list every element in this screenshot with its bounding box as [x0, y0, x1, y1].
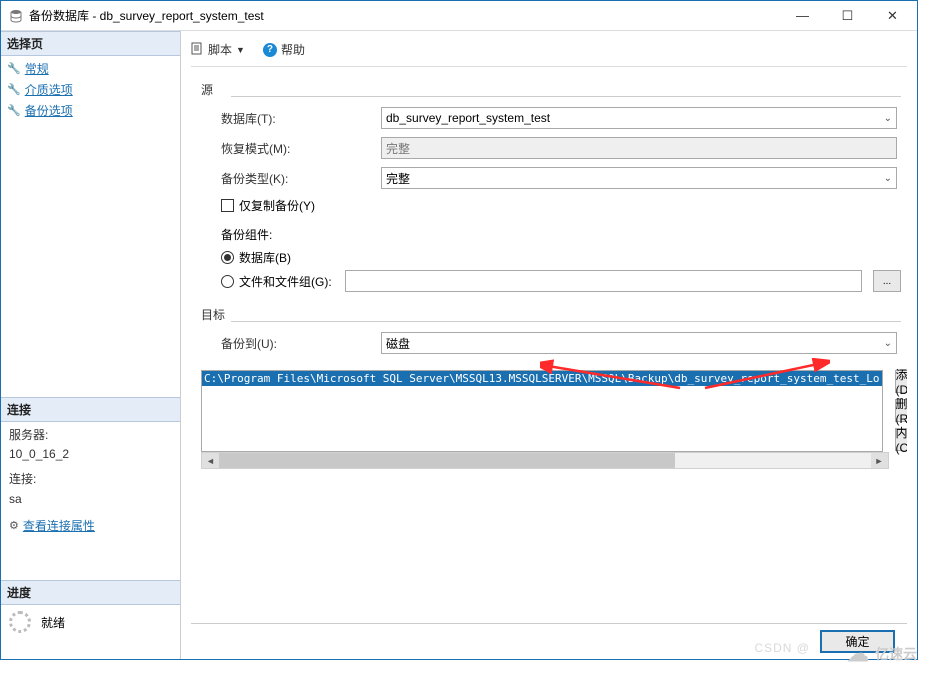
sidebar-item-label: 备份选项: [25, 102, 73, 119]
view-connection-properties[interactable]: ⚙ 查看连接属性: [9, 517, 172, 536]
server-value: 10_0_16_2: [9, 445, 172, 464]
recovery-mode-field: 完整: [381, 137, 897, 159]
contents-button[interactable]: 内容(C): [895, 428, 907, 451]
select-page-header: 选择页: [1, 31, 180, 56]
progress-header: 进度: [1, 580, 180, 605]
sidebar-item-label: 常规: [25, 60, 49, 77]
sidebar-item-label: 介质选项: [25, 81, 73, 98]
connection-info: 服务器: 10_0_16_2 连接: sa ⚙ 查看连接属性: [1, 422, 180, 540]
help-button[interactable]: ? 帮助: [263, 41, 305, 58]
radio-database-label: 数据库(B): [239, 249, 291, 266]
minimize-button[interactable]: —: [780, 2, 825, 30]
backup-type-value: 完整: [386, 170, 410, 187]
wrench-icon: 🔧: [7, 104, 21, 117]
backup-type-label: 备份类型(K):: [201, 170, 381, 187]
backup-to-value: 磁盘: [386, 335, 410, 352]
window-controls: — ☐ ✕: [780, 2, 915, 30]
yisu-text: 亿速云: [875, 644, 917, 664]
horizontal-scrollbar[interactable]: ◄ ►: [201, 452, 889, 469]
titlebar: 备份数据库 - db_survey_report_system_test — ☐…: [1, 1, 917, 31]
recovery-mode-label: 恢复模式(M):: [201, 140, 381, 157]
main-panel: 脚本 ▼ ? 帮助 源 数据库(T): db_survey_report_sys…: [181, 31, 917, 659]
database-dropdown[interactable]: db_survey_report_system_test ⌄: [381, 107, 897, 129]
script-icon: [191, 42, 204, 58]
browse-filegroup-button[interactable]: ...: [873, 270, 901, 292]
connection-header: 连接: [1, 397, 180, 422]
chevron-down-icon: ⌄: [884, 173, 892, 184]
radio-filegroup-label: 文件和文件组(G):: [239, 273, 332, 290]
backup-to-dropdown[interactable]: 磁盘 ⌄: [381, 332, 897, 354]
copy-only-label: 仅复制备份(Y): [239, 197, 315, 214]
sidebar: 选择页 🔧 常规 🔧 介质选项 🔧 备份选项 连接 服务器:: [1, 31, 181, 659]
destination-group-label: 目标: [201, 306, 901, 323]
sidebar-item-backup-options[interactable]: 🔧 备份选项: [5, 100, 176, 121]
help-icon: ?: [263, 43, 277, 57]
server-label: 服务器:: [9, 426, 172, 445]
recovery-mode-value: 完整: [386, 140, 410, 157]
maximize-button[interactable]: ☐: [825, 2, 870, 30]
destination-item[interactable]: C:\Program Files\Microsoft SQL Server\MS…: [202, 371, 882, 386]
help-label: 帮助: [281, 41, 305, 58]
backup-type-dropdown[interactable]: 完整 ⌄: [381, 167, 897, 189]
yisu-watermark: ☁ 亿速云: [847, 641, 917, 667]
wrench-icon: 🔧: [7, 83, 21, 96]
spinner-icon: [9, 611, 31, 633]
add-button[interactable]: 添加(D)…: [895, 370, 907, 393]
source-group-label: 源: [201, 81, 901, 98]
close-button[interactable]: ✕: [870, 2, 915, 30]
page-list: 🔧 常规 🔧 介质选项 🔧 备份选项: [1, 56, 180, 123]
scroll-right-icon[interactable]: ►: [871, 453, 888, 468]
backup-to-label: 备份到(U):: [201, 335, 381, 352]
view-conn-props-label: 查看连接属性: [23, 517, 95, 536]
wrench-icon: 🔧: [7, 62, 21, 75]
script-button[interactable]: 脚本 ▼: [191, 41, 245, 58]
window-title: 备份数据库 - db_survey_report_system_test: [29, 7, 780, 24]
script-label: 脚本: [208, 41, 232, 58]
scroll-left-icon[interactable]: ◄: [202, 453, 219, 468]
filegroup-input[interactable]: [345, 270, 862, 292]
destination-list[interactable]: C:\Program Files\Microsoft SQL Server\MS…: [201, 370, 883, 452]
connection-value: sa: [9, 490, 172, 509]
radio-filegroup[interactable]: [221, 275, 234, 288]
copy-only-checkbox[interactable]: [221, 199, 234, 212]
sidebar-item-general[interactable]: 🔧 常规: [5, 58, 176, 79]
database-label: 数据库(T):: [201, 110, 381, 127]
content-area: 源 数据库(T): db_survey_report_system_test ⌄…: [191, 67, 907, 623]
csdn-watermark: CSDN @: [754, 641, 810, 655]
cloud-icon: ☁: [847, 641, 869, 667]
backup-component-label: 备份组件:: [201, 226, 901, 243]
progress-status: 就绪: [1, 605, 180, 639]
chevron-down-icon: ⌄: [884, 113, 892, 124]
database-icon: [9, 9, 23, 23]
radio-database[interactable]: [221, 251, 234, 264]
progress-state-label: 就绪: [41, 614, 65, 631]
remove-button[interactable]: 删除(R): [895, 399, 907, 422]
connection-icon: ⚙: [9, 518, 19, 536]
sidebar-item-media[interactable]: 🔧 介质选项: [5, 79, 176, 100]
dropdown-arrow-icon: ▼: [236, 45, 245, 55]
connection-label: 连接:: [9, 470, 172, 489]
dialog-body: 选择页 🔧 常规 🔧 介质选项 🔧 备份选项 连接 服务器:: [1, 31, 917, 659]
chevron-down-icon: ⌄: [884, 338, 892, 349]
toolbar: 脚本 ▼ ? 帮助: [191, 37, 907, 67]
database-value: db_survey_report_system_test: [386, 111, 550, 125]
dialog-window: 备份数据库 - db_survey_report_system_test — ☐…: [0, 0, 918, 660]
